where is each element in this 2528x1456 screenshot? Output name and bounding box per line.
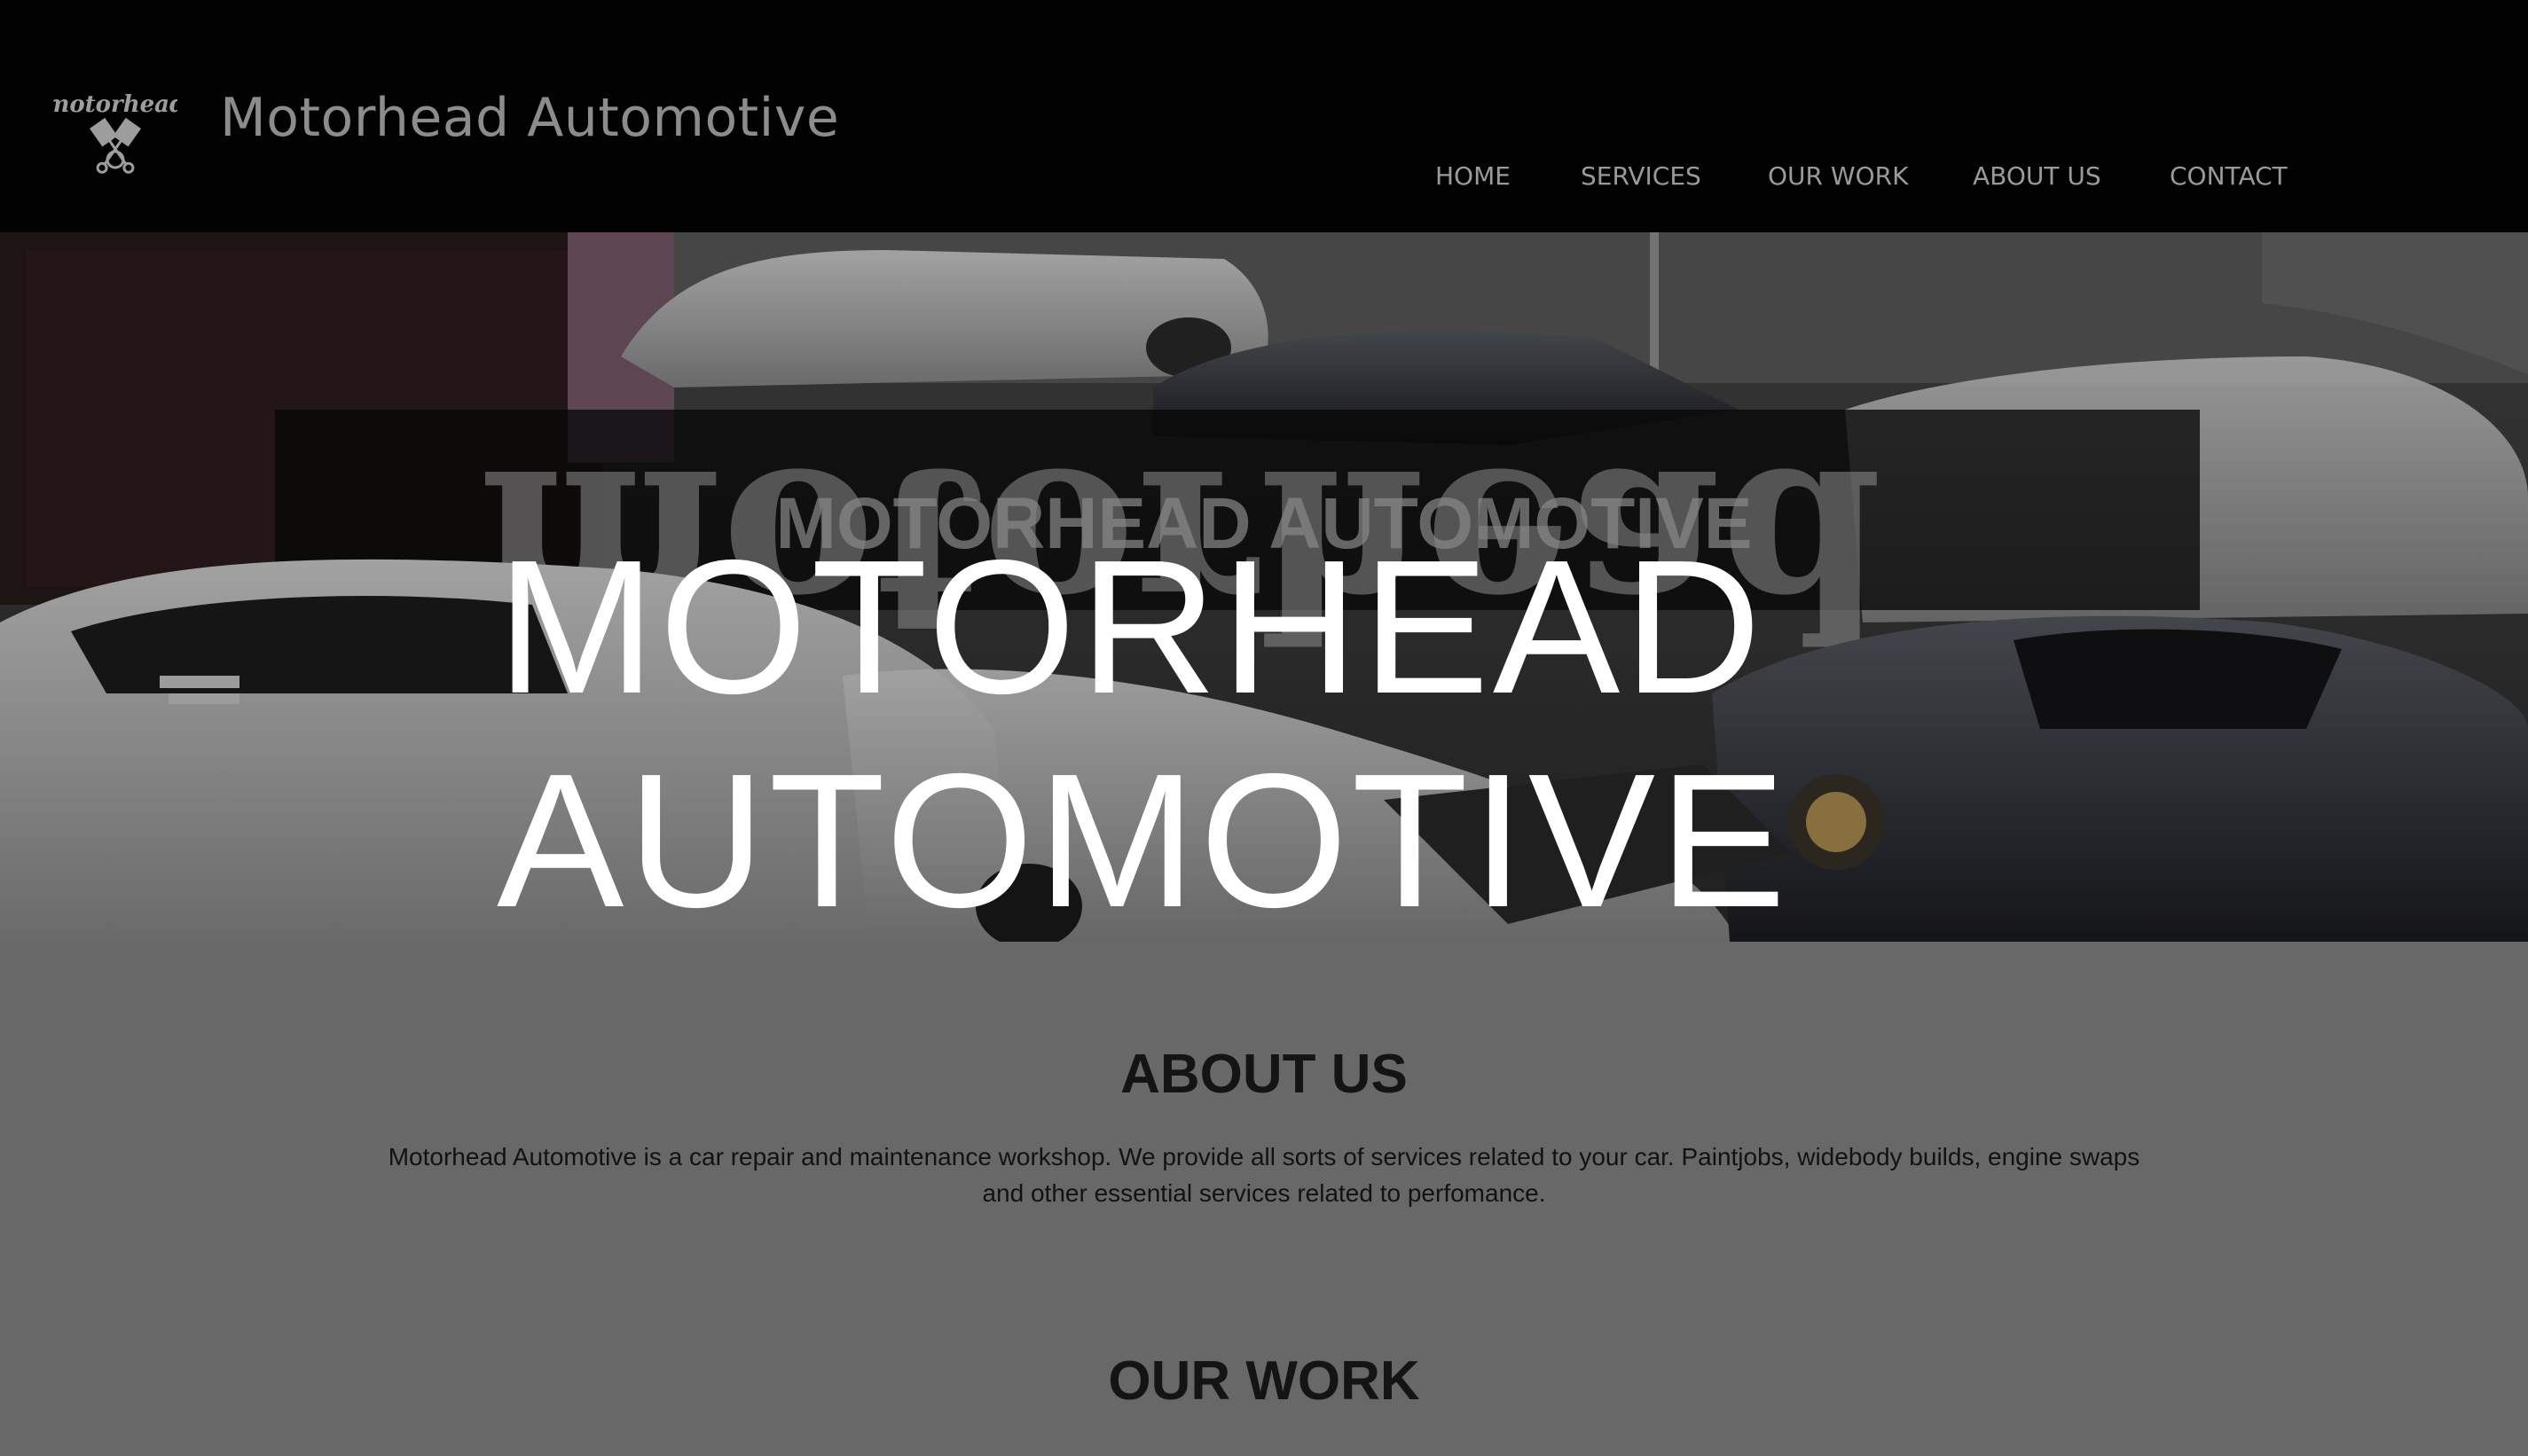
about-us-heading: ABOUT US [1120,1044,1408,1105]
nav-home[interactable]: HOME [1435,161,1511,191]
site-brand-title[interactable]: Motorhead Automotive [220,87,839,149]
nav-about-us[interactable]: ABOUT US [1973,161,2101,191]
hero-section: motorhead MOTORHEAD AUTOMOTIVE MOTORHEAD… [0,232,2528,942]
motorhead-logo[interactable]: motorhead [45,87,185,176]
crossed-pistons-icon [90,117,141,174]
our-work-heading: OUR WORK [1108,1350,1420,1412]
nav-services[interactable]: SERVICES [1581,161,1701,191]
hero-title-line2: AUTOMOTIVE [497,733,1790,942]
site-header: motorhead Motorhead Automotive HOME SERV… [0,0,2528,232]
logo-wordmark: motorhead [53,91,177,118]
about-us-text: Motorhead Automotive is a car repair and… [388,1143,2140,1207]
nav-contact[interactable]: CONTACT [2170,161,2288,191]
nav-our-work[interactable]: OUR WORK [1768,161,1908,191]
hero-title-line1: MOTORHEAD [497,520,1765,733]
